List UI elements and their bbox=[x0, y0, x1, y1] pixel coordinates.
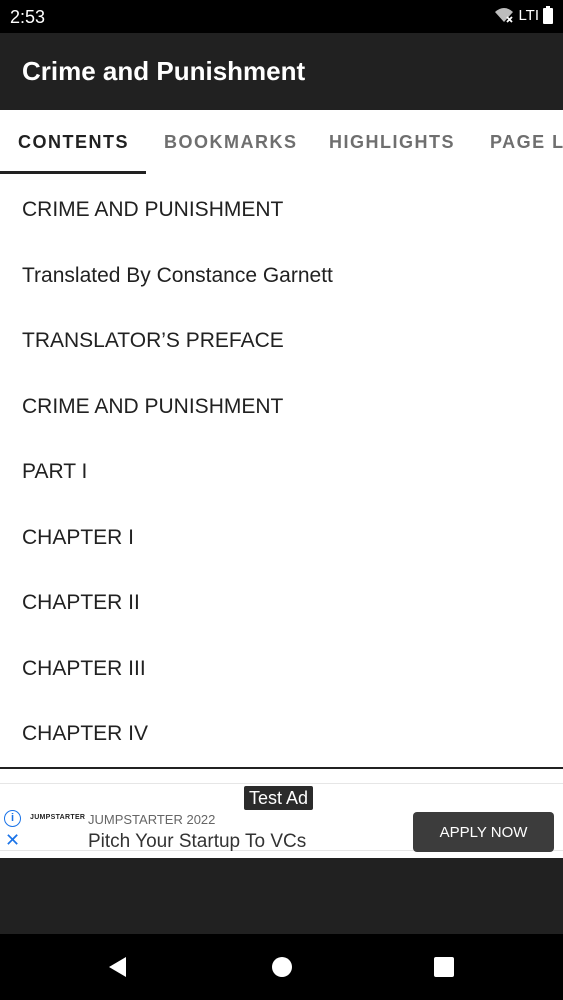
list-item[interactable]: CHAPTER I bbox=[22, 526, 134, 550]
app-title: Crime and Punishment bbox=[22, 56, 306, 86]
tab-bar: CONTENTS BOOKMARKS HIGHLIGHTS PAGE L bbox=[0, 110, 563, 174]
tab-indicator bbox=[0, 171, 146, 174]
apply-now-button[interactable]: APPLY NOW bbox=[413, 812, 554, 852]
list-item[interactable]: CHAPTER III bbox=[22, 657, 146, 681]
ad-sponsor: JUMPSTARTER 2022 bbox=[88, 812, 216, 827]
list-item[interactable]: CRIME AND PUNISHMENT bbox=[22, 395, 283, 419]
battery-icon bbox=[543, 6, 553, 24]
navigation-bar bbox=[0, 934, 563, 1000]
list-item[interactable]: PART I bbox=[22, 460, 87, 484]
home-icon[interactable] bbox=[270, 955, 294, 979]
list-item[interactable]: Translated By Constance Garnett bbox=[22, 264, 333, 288]
tab-highlights[interactable]: HIGHLIGHTS bbox=[329, 132, 455, 153]
test-ad-label: Test Ad bbox=[244, 786, 314, 810]
info-icon[interactable]: i bbox=[4, 810, 21, 827]
contents-list: CRIME AND PUNISHMENT Translated By Const… bbox=[0, 176, 563, 767]
wifi-off-icon bbox=[495, 8, 514, 23]
status-time: 2:53 bbox=[10, 7, 46, 27]
close-icon[interactable]: ✕ bbox=[5, 831, 20, 849]
list-item[interactable]: CHAPTER IV bbox=[22, 722, 148, 746]
status-icons: LTI bbox=[494, 6, 553, 24]
app-bar: Crime and Punishment bbox=[0, 33, 563, 110]
list-item[interactable]: TRANSLATOR’S PREFACE bbox=[22, 329, 284, 353]
ad-logo: JUMPSTARTER bbox=[30, 814, 86, 821]
list-item[interactable]: CHAPTER II bbox=[22, 591, 140, 615]
tab-contents[interactable]: CONTENTS bbox=[18, 132, 129, 153]
ad-headline: Pitch Your Startup To VCs bbox=[88, 831, 307, 852]
tab-bookmarks[interactable]: BOOKMARKS bbox=[164, 132, 298, 153]
tab-page-list[interactable]: PAGE L bbox=[490, 132, 563, 153]
recents-icon[interactable] bbox=[432, 955, 456, 979]
ad-area: i ✕ JUMPSTARTER JUMPSTARTER 2022 Pitch Y… bbox=[0, 769, 563, 858]
status-bar: 2:53 LTI bbox=[0, 0, 563, 33]
network-label: LTI bbox=[518, 6, 539, 24]
back-icon[interactable] bbox=[106, 955, 130, 979]
list-item[interactable]: CRIME AND PUNISHMENT bbox=[22, 198, 283, 222]
bottom-filler bbox=[0, 858, 563, 934]
